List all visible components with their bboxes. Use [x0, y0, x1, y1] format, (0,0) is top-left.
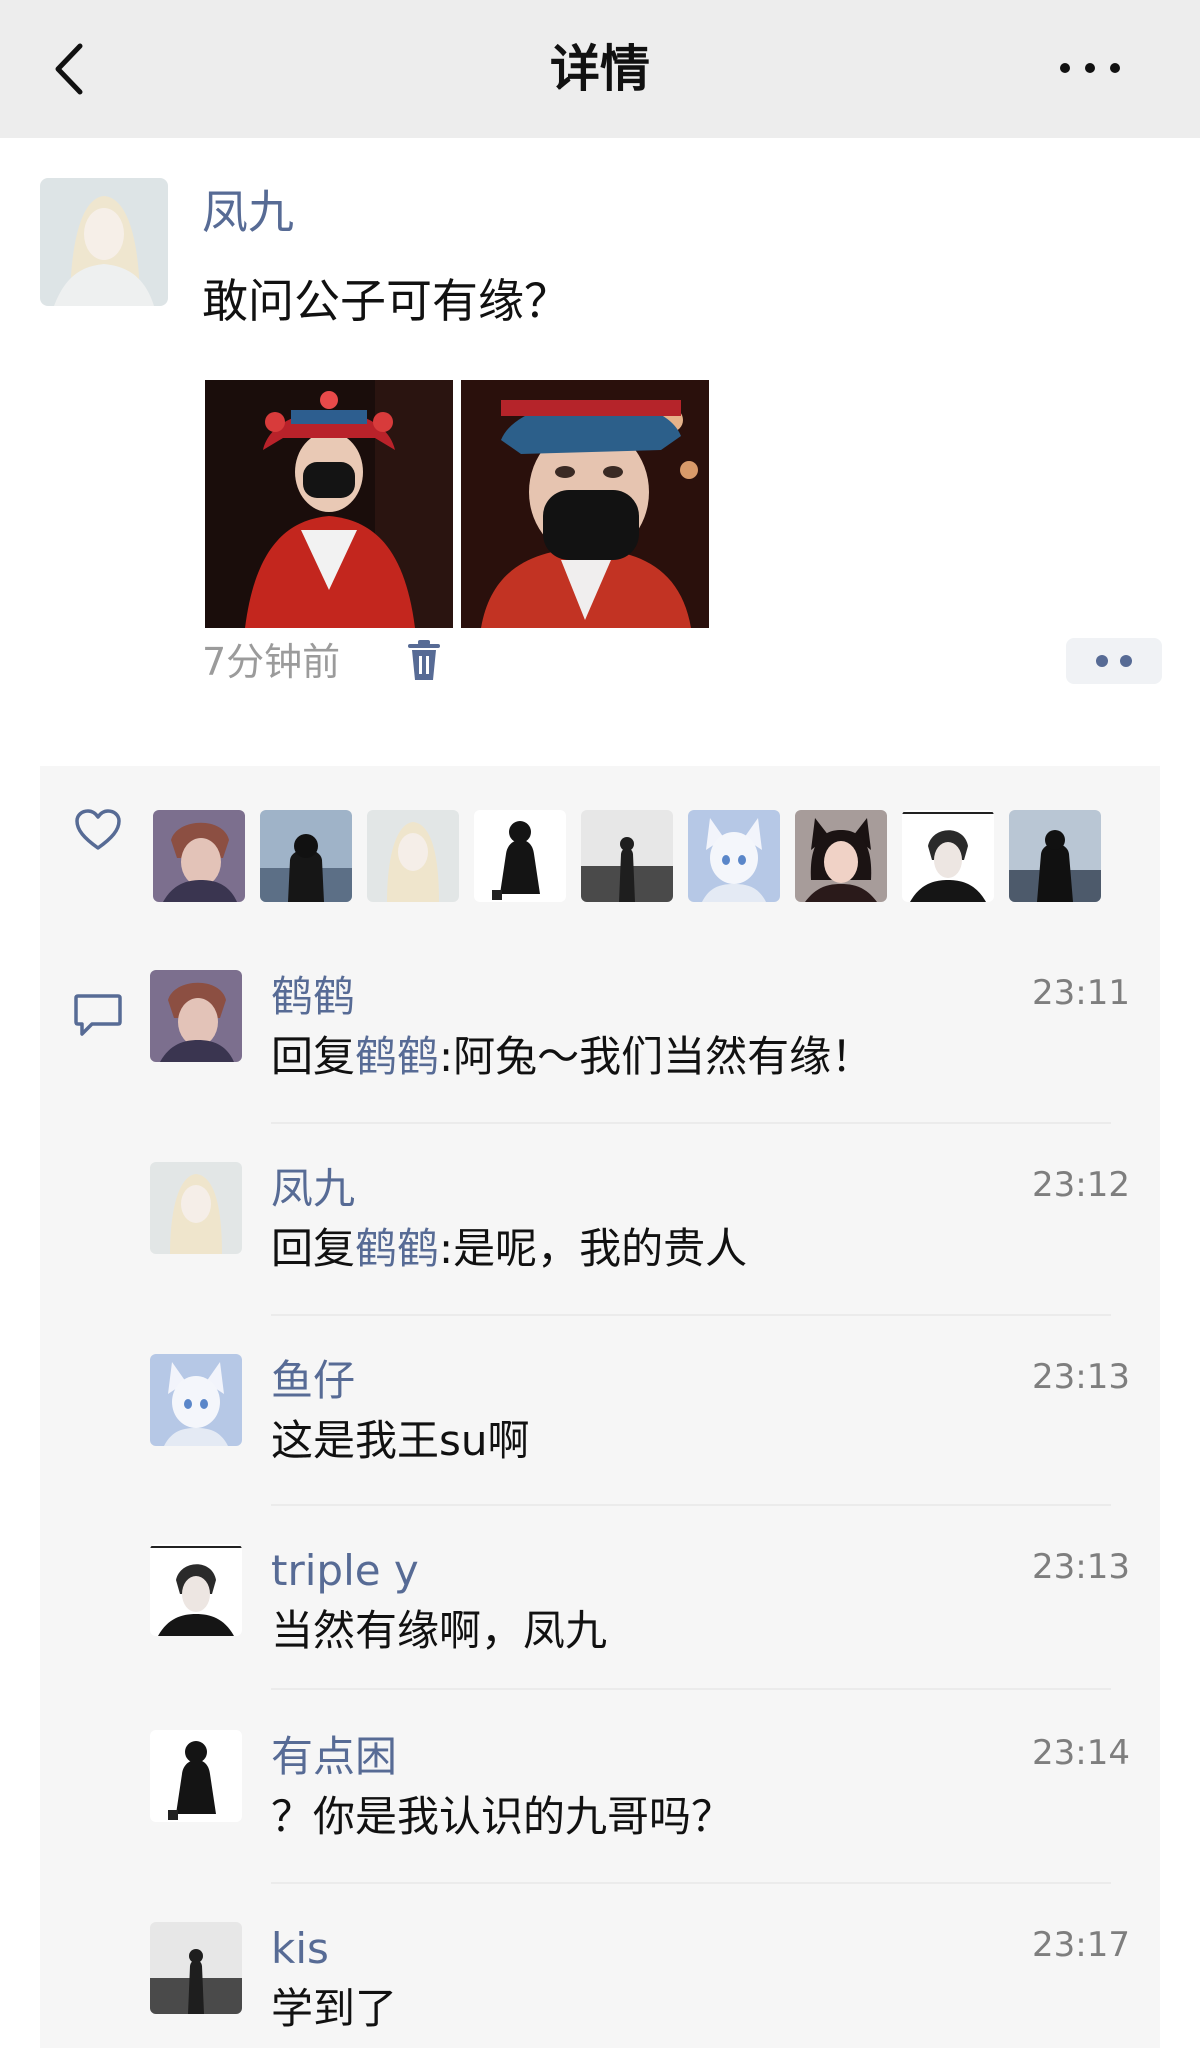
comment-item[interactable]: kis 23:17 学到了 [150, 1920, 1130, 2033]
page-title: 详情 [550, 40, 650, 98]
post-photo-1[interactable] [205, 380, 453, 628]
liker-avatar[interactable] [688, 810, 780, 902]
commenter-avatar[interactable] [150, 1922, 242, 2014]
comment-item[interactable]: 鹤鹤 23:11 回复鹤鹤:阿兔～我们当然有缘！ [150, 968, 1130, 1081]
like-comment-action-button[interactable] [1066, 638, 1162, 684]
liker-avatar[interactable] [153, 810, 245, 902]
liker-avatar[interactable] [1009, 810, 1101, 902]
divider [271, 1688, 1111, 1690]
post-photo-2[interactable] [461, 380, 709, 628]
divider [271, 1882, 1111, 1884]
chevron-left-icon [55, 43, 83, 95]
post-timestamp: 7分钟前 [202, 640, 341, 684]
top-bar: 详情 [0, 0, 1200, 138]
post-author-avatar[interactable] [40, 178, 168, 306]
divider [271, 1504, 1111, 1506]
comment-text: 学到了 [271, 1984, 398, 2033]
reply-prefix: 回复 [271, 1032, 356, 1081]
commenter-name[interactable]: 鹤鹤 [271, 968, 355, 1026]
liker-avatar[interactable] [260, 810, 352, 902]
post-author-name[interactable]: 凤九 [202, 180, 294, 244]
comment-time: 23:12 [1032, 1165, 1130, 1205]
commenter-avatar[interactable] [150, 1730, 242, 1822]
comment-time: 23:11 [1032, 973, 1130, 1013]
reply-target[interactable]: 鹤鹤 [355, 1032, 439, 1081]
commenter-name[interactable]: 鱼仔 [271, 1352, 355, 1410]
post-text: 敢问公子可有缘？ [202, 274, 570, 328]
commenter-name[interactable]: 凤九 [271, 1160, 355, 1218]
comment-icon [72, 992, 124, 1038]
heart-icon [74, 808, 122, 852]
comment-text: 当然有缘啊，凤九 [271, 1606, 608, 1655]
commenter-name[interactable]: triple y [271, 1542, 419, 1600]
commenter-avatar[interactable] [150, 1544, 242, 1636]
comment-body: :阿兔～我们当然有缘！ [439, 1032, 874, 1081]
comment-item[interactable]: 有点困 23:14 ？你是我认识的九哥吗？ [150, 1728, 1130, 1841]
more-button[interactable] [1055, 48, 1125, 88]
reply-target[interactable]: 鹤鹤 [355, 1224, 439, 1273]
liker-avatar[interactable] [367, 810, 459, 902]
comment-time: 23:13 [1032, 1357, 1130, 1397]
trash-icon [408, 640, 440, 680]
comment-text: 回复鹤鹤:是呢，我的贵人 [271, 1220, 747, 1278]
comment-time: 23:13 [1032, 1547, 1130, 1587]
commenter-name[interactable]: 有点困 [271, 1728, 397, 1786]
reply-prefix: 回复 [271, 1224, 356, 1273]
liker-avatar[interactable] [902, 810, 994, 902]
comment-item[interactable]: 凤九 23:12 回复鹤鹤:是呢，我的贵人 [150, 1160, 1130, 1273]
back-button[interactable] [46, 34, 94, 104]
liker-avatar[interactable] [474, 810, 566, 902]
comment-text: 这是我王su啊 [271, 1416, 530, 1465]
comment-text: 回复鹤鹤:阿兔～我们当然有缘！ [271, 1028, 873, 1086]
divider [271, 1122, 1111, 1124]
liker-avatar[interactable] [795, 810, 887, 902]
commenter-name[interactable]: kis [271, 1920, 329, 1978]
comment-item[interactable]: 鱼仔 23:13 这是我王su啊 [150, 1352, 1130, 1465]
commenter-avatar[interactable] [150, 1162, 242, 1254]
commenter-avatar[interactable] [150, 970, 242, 1062]
comment-item[interactable]: triple y 23:13 当然有缘啊，凤九 [150, 1542, 1130, 1655]
commenter-avatar[interactable] [150, 1354, 242, 1446]
more-horizontal-icon [1060, 63, 1120, 73]
divider [271, 1314, 1111, 1316]
comment-time: 23:17 [1032, 1925, 1130, 1965]
liker-avatar[interactable] [581, 810, 673, 902]
delete-button[interactable] [404, 638, 444, 684]
comment-text: ？你是我认识的九哥吗？ [271, 1792, 734, 1841]
comment-body: :是呢，我的贵人 [439, 1224, 748, 1273]
comment-time: 23:14 [1032, 1733, 1130, 1773]
